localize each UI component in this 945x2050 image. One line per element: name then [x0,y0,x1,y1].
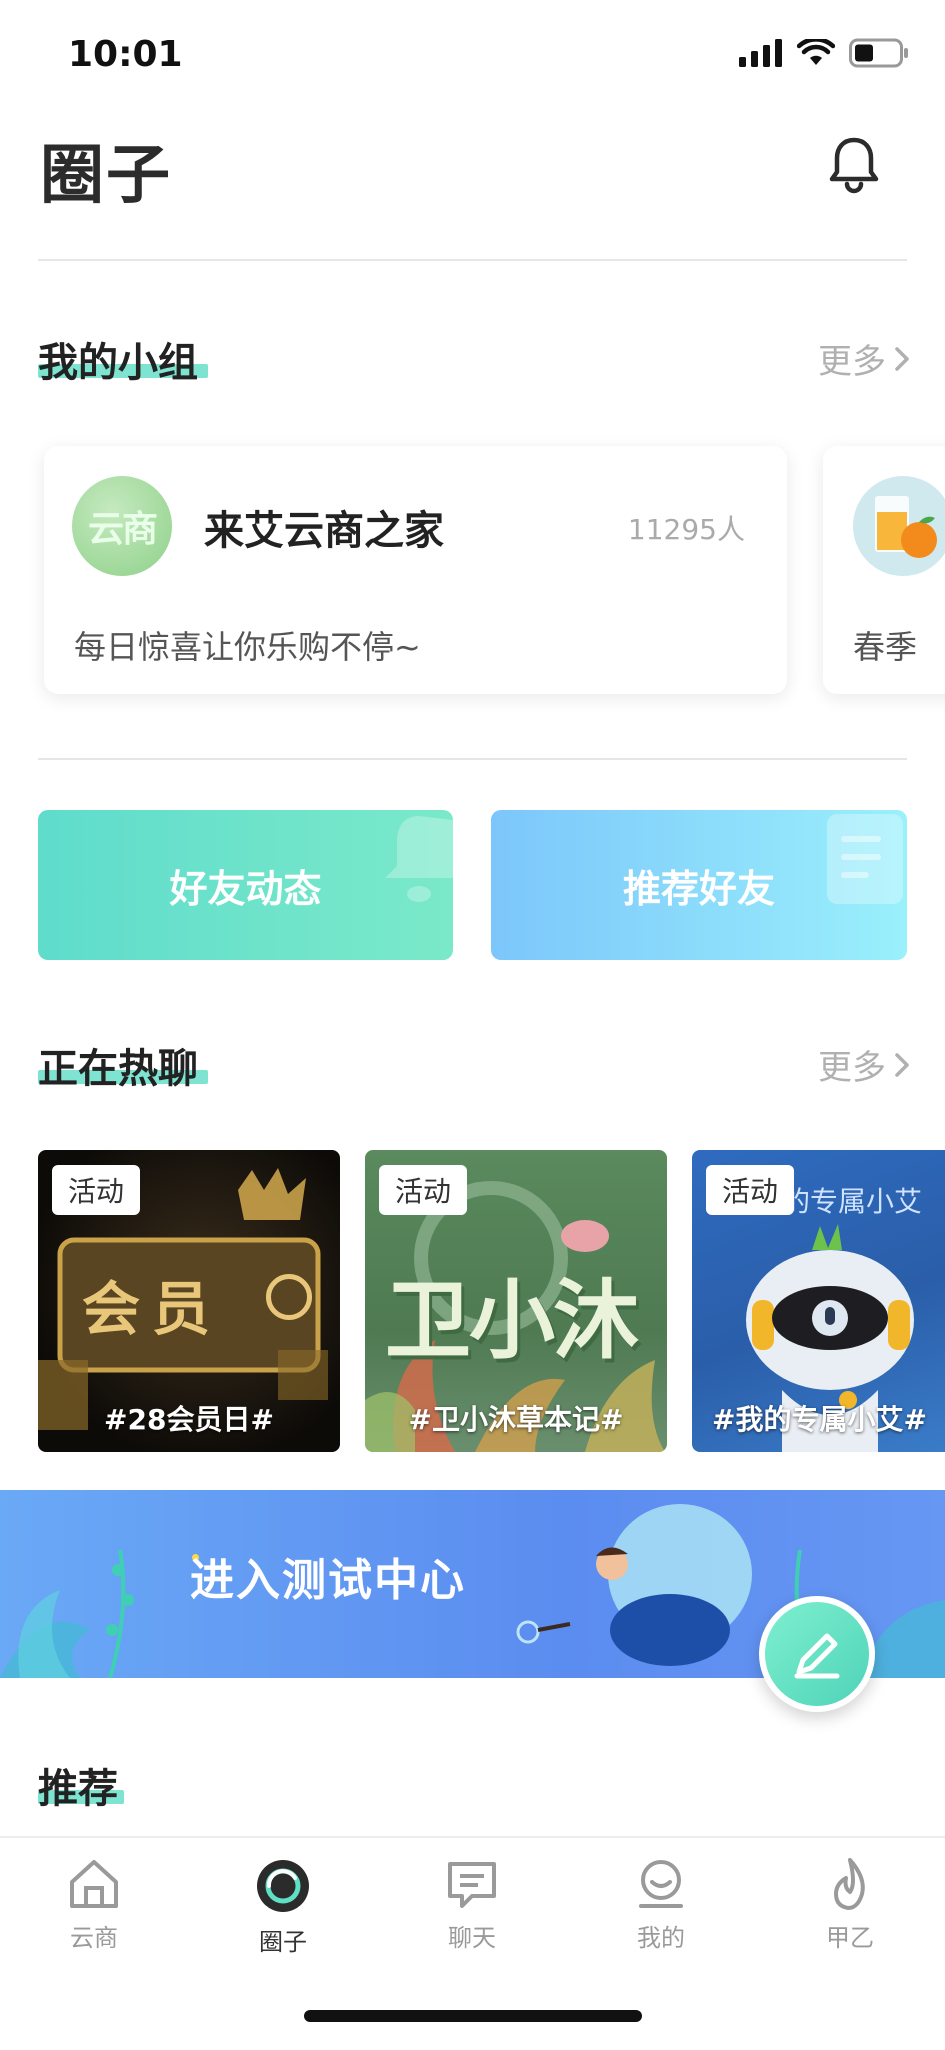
tab-label: 我的 [637,1924,685,1952]
note-decor-icon [827,814,903,904]
more-label: 更多 [818,1048,886,1088]
tab-chat[interactable]: 聊天 [412,1856,532,1953]
home-indicator [304,2010,642,2022]
flame-icon [834,1858,865,1910]
chevron-right-icon [895,1052,909,1077]
hot-card-caption: #28会员日# [104,1403,274,1436]
group-avatar [853,476,945,576]
page-title: 圈子 [40,139,172,213]
hot-card-caption: #我的专属小艾# [712,1403,927,1436]
chevron-right-icon [895,346,909,371]
group-avatar: 云商 [72,476,172,576]
recommend-friends-button[interactable]: 推荐好友 [491,810,907,960]
circle-icon [257,1860,309,1912]
tab-label: 云商 [70,1924,118,1952]
tab-label: 甲乙 [826,1924,874,1952]
recommend-friends-label: 推荐好友 [622,866,775,911]
tab-label: 圈子 [259,1928,307,1956]
profile-icon [639,1860,683,1908]
status-icons [739,38,909,68]
tab-quanzi[interactable]: 圈子 [223,1856,343,1957]
activity-tag: 活动 [706,1165,795,1215]
friends-feed-button[interactable]: 好友动态 [38,810,453,960]
signal-icon [739,39,782,67]
pencil-icon [794,1633,840,1679]
group-description: 每日惊喜让你乐购不停~ [74,628,421,666]
friends-feed-label: 好友动态 [169,866,322,911]
bell-decor-icon [385,816,453,902]
emoji-icon [266,1274,312,1320]
section-divider [38,758,907,760]
status-time: 10:01 [68,34,183,75]
hot-chat-card[interactable]: 卫小沐 活动 #卫小沐草本记# [365,1150,667,1452]
banner-text: 进入测试中心 [190,1555,466,1606]
juice-icon [875,496,937,558]
home-icon [70,1860,118,1908]
hot-card-art-text: 会员 [82,1275,223,1343]
header-divider [38,259,907,261]
battery-icon [849,38,908,68]
tab-label: 聊天 [448,1924,496,1952]
tab-mine[interactable]: 我的 [601,1856,721,1953]
hot-card-art-text: 卫小沐 [385,1271,639,1371]
group-card[interactable]: 春季 [823,446,945,694]
hot-chat-more-link[interactable]: 更多 [818,1040,910,1089]
group-member-count: 11295人 [627,513,745,546]
tab-yunshang[interactable]: 云商 [34,1856,154,1953]
wifi-icon [797,39,835,65]
bell-icon[interactable] [826,134,882,194]
group-card[interactable]: 云商 来艾云商之家 11295人 每日惊喜让你乐购不停~ [44,446,787,694]
chat-icon [448,1862,496,1908]
group-description: 春季 [853,628,918,666]
more-label: 更多 [818,342,886,382]
tab-jiayi[interactable]: 甲乙 [790,1856,910,1953]
my-groups-more-link[interactable]: 更多 [818,334,910,383]
activity-tag: 活动 [379,1165,468,1215]
section-title-hot-chat: 正在热聊 [38,1046,198,1092]
hot-chat-card[interactable]: 的专属小艾 活动 #我的专属小艾# [692,1150,945,1452]
hot-card-caption: #卫小沐草本记# [408,1403,624,1436]
activity-tag: 活动 [52,1165,141,1215]
hot-chat-card[interactable]: 会员 活动 #28会员日# [38,1150,340,1452]
section-title-recommend: 推荐 [38,1766,118,1812]
compose-button[interactable] [759,1596,875,1712]
section-title-my-groups: 我的小组 [38,340,198,386]
group-name: 来艾云商之家 [204,508,444,554]
